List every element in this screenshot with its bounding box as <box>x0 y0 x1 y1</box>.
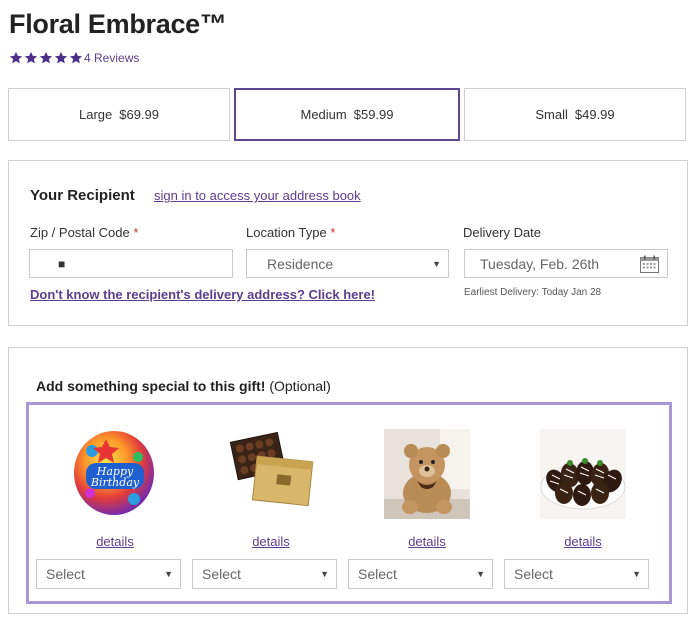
reviews-link[interactable]: 4 Reviews <box>84 51 139 65</box>
location-type-select[interactable]: Residence ▼ <box>246 249 449 278</box>
required-mark: * <box>330 225 336 240</box>
size-name: Medium <box>300 107 347 122</box>
birthday-balloon-image[interactable]: Happy Birthday <box>72 429 158 519</box>
calendar-icon[interactable] <box>640 255 659 273</box>
addon-quantity-select[interactable]: Select ▼ <box>36 559 181 589</box>
size-name: Small <box>535 107 568 122</box>
size-option-medium[interactable]: Medium $59.99 <box>234 88 460 141</box>
recipient-section: Your Recipient sign in to access your ad… <box>8 160 688 326</box>
star-icon <box>24 51 38 64</box>
dropdown-arrow-icon: ▼ <box>164 569 173 579</box>
addon-select-value: Select <box>46 566 85 582</box>
svg-text:Birthday: Birthday <box>90 476 140 489</box>
delivery-date-value: Tuesday, Feb. 26th <box>480 256 600 272</box>
chocolate-strawberries-image[interactable] <box>540 429 626 519</box>
chocolate-box-image[interactable] <box>228 429 314 519</box>
size-name: Large <box>78 107 113 122</box>
zip-label: Zip / Postal Code * <box>30 225 139 240</box>
addon-section: Add something special to this gift! (Opt… <box>8 347 688 614</box>
location-type-label: Location Type * <box>246 225 336 240</box>
required-mark: * <box>133 225 139 240</box>
addon-quantity-select[interactable]: Select ▼ <box>192 559 337 589</box>
addon-details-link[interactable]: details <box>384 534 470 549</box>
location-type-value: Residence <box>267 255 334 272</box>
size-price: $59.99 <box>353 107 394 122</box>
star-icon <box>9 51 23 64</box>
size-price: $69.99 <box>119 107 159 122</box>
size-option-large[interactable]: Large $69.99 <box>8 88 230 141</box>
addon-select-value: Select <box>514 566 553 582</box>
addon-quantity-select[interactable]: Select ▼ <box>348 559 493 589</box>
delivery-date-label: Delivery Date <box>463 225 542 240</box>
dropdown-arrow-icon: ▼ <box>476 569 485 579</box>
addon-details-link[interactable]: details <box>72 534 158 549</box>
addon-items-panel: Happy Birthday details details details d… <box>26 402 672 604</box>
addon-quantity-select[interactable]: Select ▼ <box>504 559 649 589</box>
dropdown-arrow-icon: ▼ <box>320 569 329 579</box>
zip-input[interactable]: ■ <box>29 249 233 278</box>
addon-details-link[interactable]: details <box>540 534 626 549</box>
size-option-small[interactable]: Small $49.99 <box>464 88 686 141</box>
dropdown-arrow-icon: ▼ <box>432 258 441 269</box>
signin-link[interactable]: sign in to access your address book <box>154 188 361 203</box>
delivery-date-input[interactable]: Tuesday, Feb. 26th <box>464 249 668 278</box>
star-icon <box>69 51 83 64</box>
star-icon <box>54 51 68 64</box>
zip-value: ■ <box>58 257 66 271</box>
addon-heading: Add something special to this gift! (Opt… <box>36 378 331 394</box>
optional-label: (Optional) <box>269 378 331 394</box>
teddy-bear-image[interactable] <box>384 429 470 519</box>
earliest-delivery-note: Earliest Delivery: Today Jan 28 <box>464 287 602 298</box>
rating-stars <box>9 51 83 65</box>
star-icon <box>39 51 53 64</box>
addon-details-link[interactable]: details <box>228 534 314 549</box>
addon-select-value: Select <box>358 566 397 582</box>
rating-row: 4 Reviews <box>9 51 139 65</box>
unknown-address-link[interactable]: Don't know the recipient's delivery addr… <box>30 287 375 302</box>
recipient-heading: Your Recipient <box>30 187 135 204</box>
product-title: Floral Embrace™ <box>9 9 227 39</box>
size-price: $49.99 <box>574 107 615 122</box>
addon-select-value: Select <box>202 566 241 582</box>
dropdown-arrow-icon: ▼ <box>632 569 641 579</box>
